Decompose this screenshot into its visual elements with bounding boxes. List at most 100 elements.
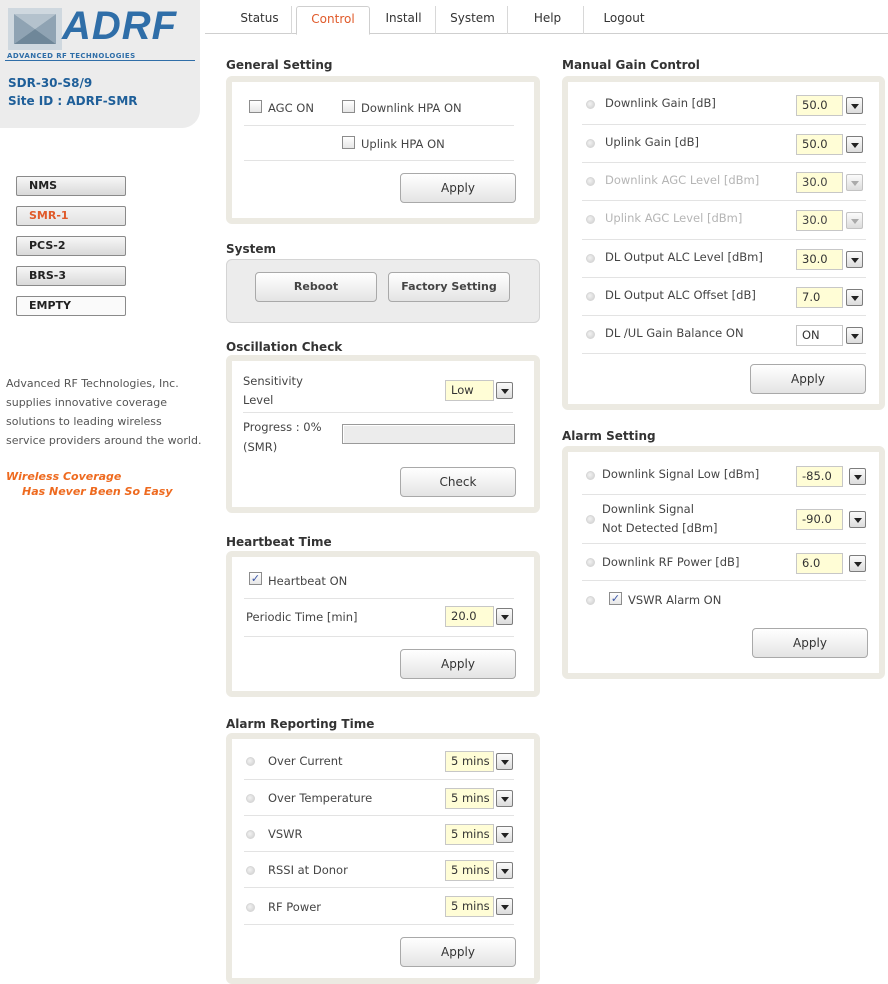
periodic-time-label: Periodic Time [min] (246, 610, 358, 624)
divider (244, 125, 514, 126)
reboot-button[interactable]: Reboot (255, 272, 377, 302)
rf-power-select[interactable]: 5 mins (445, 896, 494, 917)
alarm-reporting-apply-button[interactable]: Apply (400, 937, 516, 967)
chevron-down-icon[interactable] (846, 97, 863, 114)
tab-help[interactable]: Help (512, 6, 584, 34)
heartbeat-apply-button[interactable]: Apply (400, 649, 516, 679)
dl-output-alc-offset-label: DL Output ALC Offset [dB] (605, 288, 756, 302)
dl-output-alc-level-label: DL Output ALC Level [dBm] (605, 250, 763, 264)
agc-on-checkbox[interactable] (249, 100, 262, 113)
divider (582, 162, 866, 163)
over-current-label: Over Current (268, 754, 343, 768)
sidebar-item-nms[interactable]: NMS (16, 176, 126, 196)
over-current-select[interactable]: 5 mins (445, 751, 494, 772)
chevron-down-icon[interactable] (846, 251, 863, 268)
bullet-icon (586, 330, 595, 339)
factory-setting-button[interactable]: Factory Setting (388, 272, 510, 302)
vswr-label: VSWR (268, 827, 303, 841)
vswr-alarm-checkbox[interactable]: ✓ (609, 592, 622, 605)
logo-tagline: ADVANCED RF TECHNOLOGIES (7, 52, 136, 60)
alarm-setting-apply-button[interactable]: Apply (752, 628, 868, 658)
oscillation-progress-bar (342, 424, 515, 444)
sidebar-item-pcs-2[interactable]: PCS-2 (16, 236, 126, 256)
dl-output-alc-offset-select[interactable]: 7.0 (796, 287, 843, 308)
divider (582, 239, 866, 240)
divider (582, 543, 866, 544)
bullet-icon (246, 830, 255, 839)
chevron-down-icon[interactable] (849, 511, 866, 528)
downlink-gain-select[interactable]: 50.0 (796, 95, 843, 116)
tab-install[interactable]: Install (372, 6, 436, 34)
tab-control[interactable]: Control (296, 6, 370, 35)
divider (244, 851, 514, 852)
bullet-icon (586, 177, 595, 186)
dl-not-detected-label-line2: Not Detected [dBm] (602, 521, 718, 535)
chevron-down-icon[interactable] (496, 608, 513, 625)
alarm-setting-title: Alarm Setting (562, 429, 656, 443)
dl-signal-low-select[interactable]: -85.0 (796, 466, 843, 487)
chevron-down-icon[interactable] (496, 753, 513, 770)
uplink-hpa-checkbox[interactable] (342, 136, 355, 149)
periodic-time-select[interactable]: 20.0 (445, 606, 494, 627)
uplink-agc-level-select: 30.0 (796, 210, 843, 231)
downlink-agc-level-label: Downlink AGC Level [dBm] (605, 173, 760, 187)
divider (582, 200, 866, 201)
divider (582, 580, 866, 581)
bullet-icon (246, 866, 255, 875)
tab-logout[interactable]: Logout (588, 6, 660, 34)
chevron-down-icon[interactable] (846, 327, 863, 344)
bullet-icon (246, 794, 255, 803)
company-about-text: Advanced RF Technologies, Inc. supplies … (6, 377, 202, 447)
chevron-down-icon (846, 174, 863, 191)
adrf-logo-icon (8, 8, 62, 50)
chevron-down-icon[interactable] (846, 136, 863, 153)
chevron-down-icon[interactable] (849, 555, 866, 572)
heartbeat-on-checkbox[interactable]: ✓ (249, 572, 262, 585)
manual-gain-apply-button[interactable]: Apply (750, 364, 866, 394)
sidebar-item-smr-1[interactable]: SMR-1 (16, 206, 126, 226)
system-title: System (226, 242, 276, 256)
manual-gain-control-title: Manual Gain Control (562, 58, 700, 72)
logo-block: ADRF ADVANCED RF TECHNOLOGIES SDR-30-S8/… (0, 0, 200, 128)
check-button[interactable]: Check (400, 467, 516, 497)
tab-status[interactable]: Status (228, 6, 292, 34)
sidebar-item-brs-3[interactable]: BRS-3 (16, 266, 126, 286)
general-apply-button[interactable]: Apply (400, 173, 516, 203)
bullet-icon (586, 254, 595, 263)
vswr-select[interactable]: 5 mins (445, 824, 494, 845)
sensitivity-select[interactable]: Low (445, 380, 494, 401)
chevron-down-icon[interactable] (849, 468, 866, 485)
alarm-reporting-time-title: Alarm Reporting Time (226, 717, 375, 731)
dl-output-alc-level-select[interactable]: 30.0 (796, 249, 843, 270)
rssi-at-donor-label: RSSI at Donor (268, 863, 348, 877)
dl-rf-power-select[interactable]: 6.0 (796, 553, 843, 574)
dl-not-detected-select[interactable]: -90.0 (796, 509, 843, 530)
divider (582, 124, 866, 125)
gain-balance-select[interactable]: ON (796, 325, 843, 346)
tab-system[interactable]: System (438, 6, 508, 34)
dl-signal-low-label: Downlink Signal Low [dBm] (602, 467, 760, 481)
bullet-icon (586, 215, 595, 224)
chevron-down-icon[interactable] (496, 862, 513, 879)
downlink-hpa-checkbox[interactable] (342, 100, 355, 113)
chevron-down-icon[interactable] (496, 826, 513, 843)
chevron-down-icon[interactable] (496, 898, 513, 915)
divider (582, 315, 866, 316)
rssi-at-donor-select[interactable]: 5 mins (445, 860, 494, 881)
divider (244, 924, 514, 925)
sidebar-item-empty[interactable]: EMPTY (16, 296, 126, 316)
over-temperature-label: Over Temperature (268, 791, 373, 805)
logo-divider (5, 60, 195, 61)
over-temperature-select[interactable]: 5 mins (445, 788, 494, 809)
uplink-gain-select[interactable]: 50.0 (796, 134, 843, 155)
bullet-icon (586, 515, 595, 524)
bullet-icon (586, 596, 595, 605)
chevron-down-icon[interactable] (846, 289, 863, 306)
general-setting-title: General Setting (226, 58, 333, 72)
downlink-gain-label: Downlink Gain [dB] (605, 96, 716, 110)
chevron-down-icon[interactable] (496, 790, 513, 807)
chevron-down-icon[interactable] (496, 382, 513, 399)
bullet-icon (586, 100, 595, 109)
uplink-gain-label: Uplink Gain [dB] (605, 135, 699, 149)
downlink-agc-level-select: 30.0 (796, 172, 843, 193)
